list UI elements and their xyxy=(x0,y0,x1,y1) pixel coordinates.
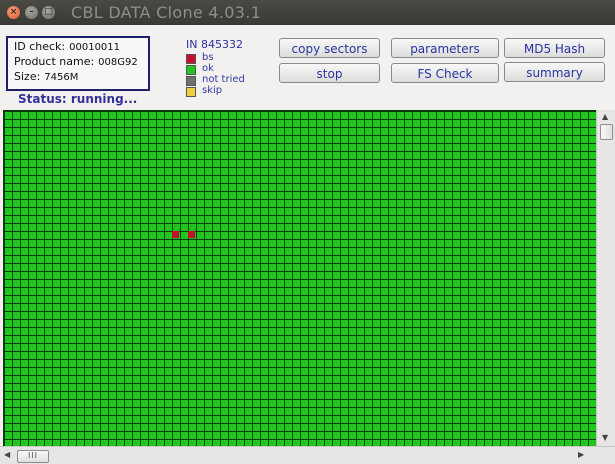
legend-label-ok: ok xyxy=(202,63,214,74)
in-counter: IN 845332 xyxy=(186,38,243,51)
minimize-window-button[interactable]: – xyxy=(25,6,38,19)
md5-hash-button[interactable]: MD5 Hash xyxy=(504,38,605,58)
size-label: Size: xyxy=(14,70,41,83)
scroll-down-arrow-icon[interactable]: ▼ xyxy=(602,433,608,442)
stop-button[interactable]: stop xyxy=(279,63,380,83)
horizontal-scroll-thumb[interactable]: III xyxy=(17,450,49,463)
legend-label-skip: skip xyxy=(202,85,223,96)
ok-swatch xyxy=(186,65,196,75)
id-check-line: ID check: 00010011 xyxy=(14,40,120,53)
scroll-right-arrow-icon[interactable]: ▶ xyxy=(578,450,584,459)
bad-sector-cell xyxy=(172,231,179,238)
bs-swatch xyxy=(186,54,196,64)
close-window-button[interactable]: × xyxy=(7,6,20,19)
horizontal-scrollbar[interactable]: ◀ III ▶ xyxy=(0,446,615,464)
not-tried-swatch xyxy=(186,76,196,86)
skip-swatch xyxy=(186,87,196,97)
vertical-scrollbar[interactable]: ▲ ▼ xyxy=(596,110,615,446)
maximize-window-button[interactable]: □ xyxy=(42,6,55,19)
status-text: Status: running... xyxy=(18,92,138,106)
parameters-button[interactable]: parameters xyxy=(391,38,499,58)
size-value: 7456M xyxy=(44,72,79,83)
window-title: CBL DATA Clone 4.03.1 xyxy=(71,3,262,22)
legend-label-bs: bs xyxy=(202,52,214,63)
scroll-up-arrow-icon[interactable]: ▲ xyxy=(602,112,608,121)
fs-check-button[interactable]: FS Check xyxy=(391,63,499,83)
product-name-label: Product name: xyxy=(14,55,95,68)
summary-button[interactable]: summary xyxy=(504,62,605,82)
id-check-value: 00010011 xyxy=(69,42,121,53)
scroll-left-arrow-icon[interactable]: ◀ xyxy=(4,450,10,459)
id-check-label: ID check: xyxy=(14,40,66,53)
legend-label-not-tried: not tried xyxy=(202,74,245,85)
title-bar: × – □ CBL DATA Clone 4.03.1 xyxy=(0,0,615,25)
product-name-line: Product name: 008G92 xyxy=(14,55,138,68)
vertical-scroll-thumb[interactable] xyxy=(600,124,613,140)
product-name-value: 008G92 xyxy=(98,57,138,68)
size-line: Size: 7456M xyxy=(14,70,78,83)
copy-sectors-button[interactable]: copy sectors xyxy=(279,38,380,58)
bad-sector-cell xyxy=(188,231,195,238)
sector-map-grid xyxy=(3,110,596,446)
device-info-box: ID check: 00010011 Product name: 008G92 Si… xyxy=(6,36,150,91)
